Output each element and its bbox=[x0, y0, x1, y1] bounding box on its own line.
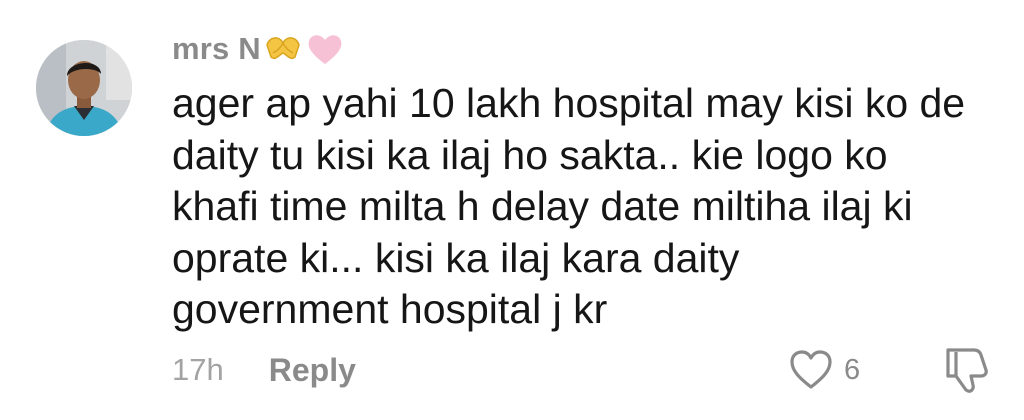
heart-hands-icon bbox=[263, 31, 303, 67]
avatar-image bbox=[36, 40, 132, 136]
comment-item: mrs N ager ap yahi 10 lakh hospital may … bbox=[0, 0, 1024, 420]
heart-outline-icon[interactable] bbox=[788, 349, 834, 391]
username[interactable]: mrs N bbox=[172, 31, 261, 67]
dislike-button[interactable] bbox=[940, 344, 992, 396]
avatar[interactable] bbox=[36, 40, 132, 136]
timestamp: 17h bbox=[172, 352, 224, 387]
thumbs-down-icon[interactable] bbox=[940, 344, 992, 396]
comment-text: ager ap yahi 10 lakh hospital may kisi k… bbox=[172, 80, 966, 332]
username-row: mrs N bbox=[172, 26, 345, 72]
comment-meta: 17h Reply bbox=[172, 346, 356, 394]
like-button[interactable]: 6 bbox=[788, 346, 860, 394]
pink-heart-icon bbox=[305, 31, 345, 67]
reply-button[interactable]: Reply bbox=[269, 352, 356, 389]
like-count: 6 bbox=[844, 353, 861, 386]
